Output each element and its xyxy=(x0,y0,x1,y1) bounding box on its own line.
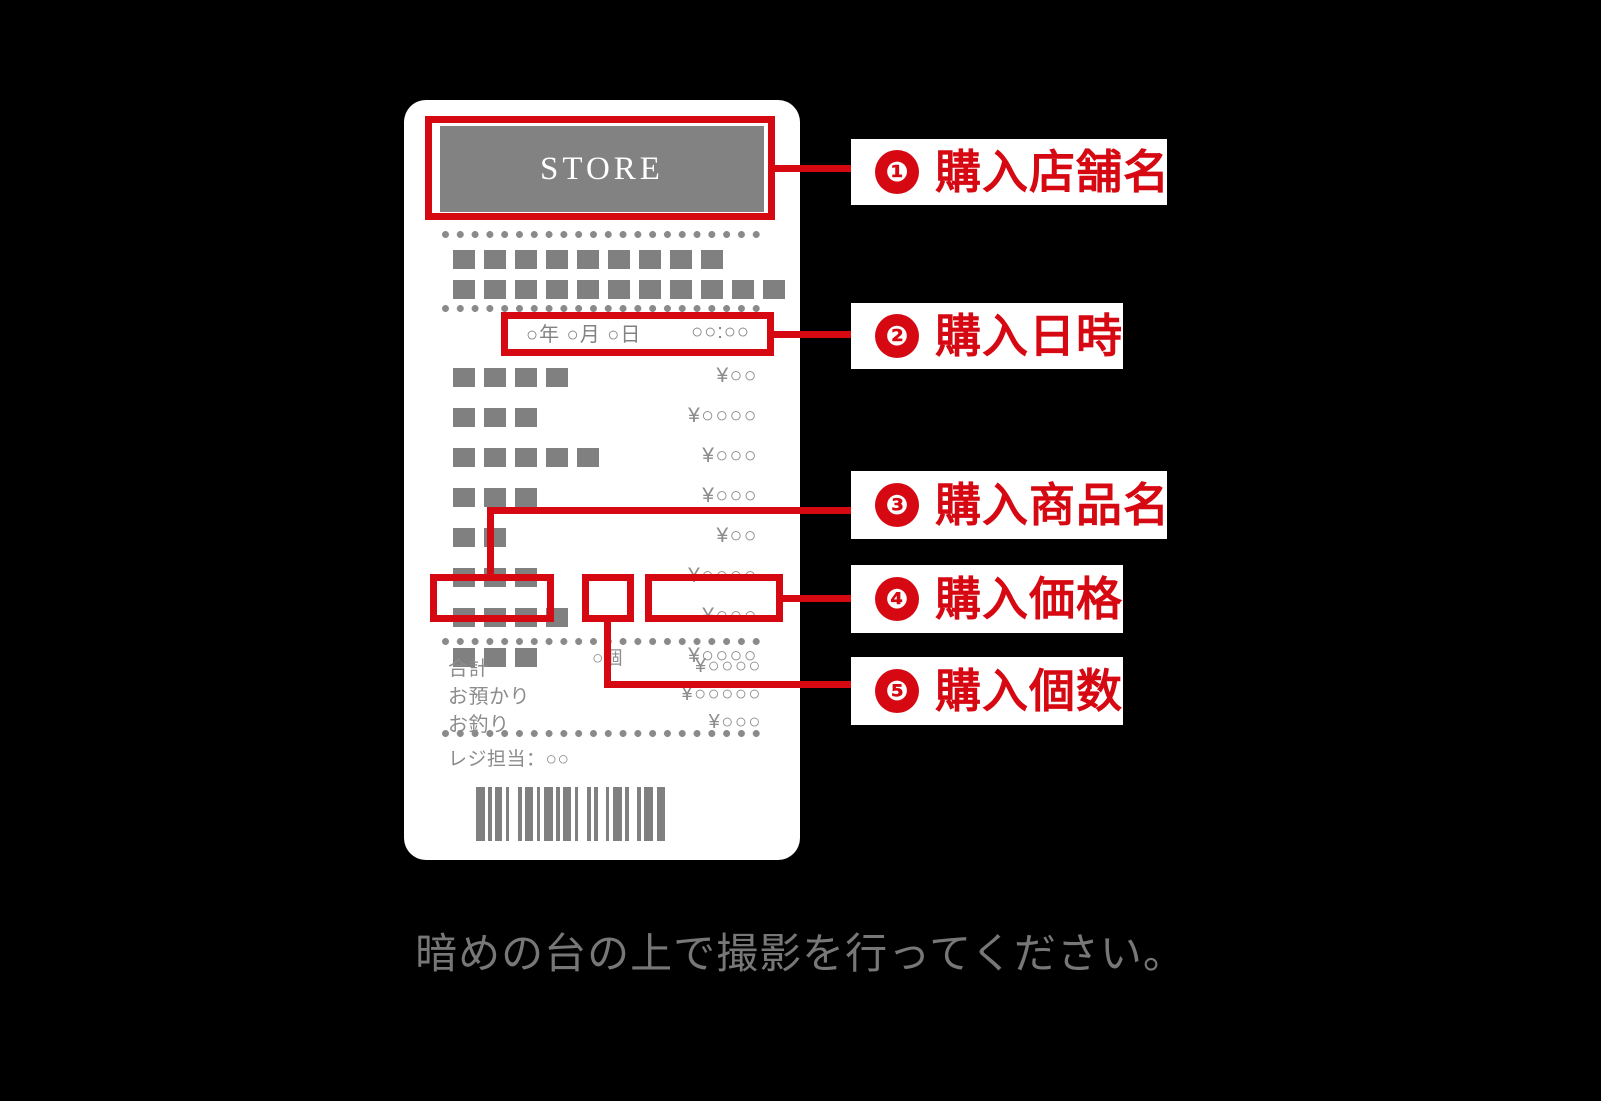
barcode-bar xyxy=(525,787,533,841)
placeholder-block xyxy=(453,250,475,269)
item-price: ¥○○○○ xyxy=(688,404,758,427)
placeholder-block xyxy=(453,448,475,467)
item-name-blocks xyxy=(453,488,537,507)
header-block-row-2 xyxy=(453,280,785,299)
placeholder-block xyxy=(515,250,537,269)
total-label: 合計 xyxy=(448,658,489,680)
placeholder-block xyxy=(484,408,506,427)
barcode-bar xyxy=(544,787,553,841)
highlight-box-store-name xyxy=(425,116,775,220)
barcode-bar xyxy=(476,787,485,841)
annotation-label-4-text: 購入価格 xyxy=(935,573,1123,625)
number-badge-1-icon: ❶ xyxy=(875,150,919,194)
placeholder-block xyxy=(763,280,785,299)
number-badge-5-icon: ❺ xyxy=(875,669,919,713)
highlight-box-datetime xyxy=(501,312,774,356)
item-price: ¥○○○ xyxy=(702,444,758,467)
placeholder-block xyxy=(515,368,537,387)
item-price: ¥○○ xyxy=(716,524,758,547)
placeholder-block xyxy=(577,448,599,467)
clerk-line: レジ担当：○○ xyxy=(448,749,570,770)
placeholder-block xyxy=(453,488,475,507)
annotation-label-1-text: 購入店舗名 xyxy=(935,146,1170,198)
placeholder-block xyxy=(515,280,537,299)
item-name-blocks xyxy=(453,448,599,467)
placeholder-block xyxy=(639,280,661,299)
divider-dotted-2 xyxy=(442,305,764,312)
item-name-blocks xyxy=(453,528,506,547)
annotation-label-5-text: 購入個数 xyxy=(935,665,1123,717)
placeholder-block xyxy=(453,280,475,299)
placeholder-block xyxy=(608,280,630,299)
barcode-bar xyxy=(563,787,571,841)
placeholder-block xyxy=(484,448,506,467)
number-badge-4-icon: ❹ xyxy=(875,577,919,621)
item-row: ¥○○○○ xyxy=(404,402,800,433)
placeholder-block xyxy=(701,250,723,269)
item-name-blocks xyxy=(453,408,537,427)
barcode-bar xyxy=(578,787,587,841)
placeholder-block xyxy=(515,408,537,427)
annotation-label-4: ❹ 購入価格 xyxy=(851,565,1123,633)
placeholder-block xyxy=(670,250,692,269)
barcode-bar xyxy=(644,787,653,841)
placeholder-block xyxy=(639,250,661,269)
divider-dotted-1 xyxy=(442,231,764,238)
placeholder-block xyxy=(453,528,475,547)
annotation-label-2: ❷ 購入日時 xyxy=(851,303,1123,369)
placeholder-block xyxy=(546,250,568,269)
placeholder-block xyxy=(515,448,537,467)
item-price: ¥○○ xyxy=(716,364,758,387)
barcode-bar xyxy=(629,787,637,841)
connector-line-5-vertical xyxy=(604,618,611,688)
placeholder-block xyxy=(515,488,537,507)
highlight-box-item-name xyxy=(430,574,554,622)
placeholder-block xyxy=(546,280,568,299)
guide-illustration: STORE ○年 ○月 ○日 ○○:○○ ¥○○ ¥○○○○ ¥○○○ ¥○○○ ¥○○… xyxy=(0,0,1601,1101)
barcode-bar xyxy=(509,787,518,841)
connector-line-3-vertical xyxy=(487,507,494,579)
annotation-label-1: ❶ 購入店舗名 xyxy=(851,139,1170,205)
divider-dotted-3 xyxy=(442,638,764,645)
item-name-blocks xyxy=(453,368,568,387)
item-row: ¥○○○ xyxy=(404,442,800,473)
item-row: ¥○○ xyxy=(404,522,800,553)
annotation-label-5: ❺ 購入個数 xyxy=(851,657,1123,725)
placeholder-block xyxy=(453,408,475,427)
placeholder-block xyxy=(577,250,599,269)
barcode-bar xyxy=(598,787,606,841)
connector-line-3-horizontal xyxy=(487,507,883,514)
placeholder-block xyxy=(546,368,568,387)
barcode xyxy=(476,787,732,841)
header-block-row-1 xyxy=(453,250,723,269)
caption-text: 暗めの台の上で撮影を行ってください。 xyxy=(415,930,1186,977)
divider-dotted-4 xyxy=(442,730,764,737)
highlight-box-price xyxy=(645,574,783,622)
annotation-label-3-text: 購入商品名 xyxy=(935,479,1170,531)
placeholder-block xyxy=(484,280,506,299)
placeholder-block xyxy=(546,448,568,467)
highlight-box-quantity xyxy=(582,574,634,622)
placeholder-block xyxy=(484,250,506,269)
placeholder-block xyxy=(484,368,506,387)
annotation-label-2-text: 購入日時 xyxy=(935,310,1123,362)
item-row: ¥○○ xyxy=(404,362,800,393)
placeholder-block xyxy=(608,250,630,269)
number-badge-2-icon: ❷ xyxy=(875,314,919,358)
placeholder-block xyxy=(577,280,599,299)
connector-line-5-horizontal xyxy=(604,681,886,688)
total-value: ¥○○○○ xyxy=(695,655,762,677)
placeholder-block xyxy=(453,368,475,387)
barcode-bar xyxy=(495,787,502,841)
item-price: ¥○○○ xyxy=(702,484,758,507)
placeholder-block xyxy=(484,488,506,507)
number-badge-3-icon: ❸ xyxy=(875,483,919,527)
barcode-bar xyxy=(613,787,622,841)
annotation-label-3: ❸ 購入商品名 xyxy=(851,471,1170,539)
total-label: お預かり xyxy=(448,686,530,708)
placeholder-block xyxy=(701,280,723,299)
placeholder-block xyxy=(670,280,692,299)
placeholder-block xyxy=(732,280,754,299)
barcode-bar xyxy=(657,787,665,841)
